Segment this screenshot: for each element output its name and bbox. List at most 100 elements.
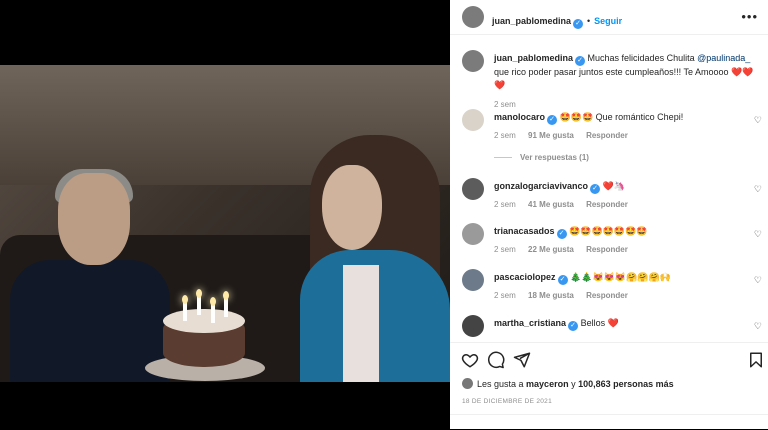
comment-meta: 2 sem 91 Me gusta Responder (494, 131, 638, 140)
caption-time[interactable]: 2 sem (494, 100, 516, 109)
add-comment-area[interactable] (450, 414, 768, 430)
comment-like-heart-icon[interactable]: ♡ (754, 275, 762, 286)
photo-woman-face (322, 165, 382, 250)
comment-like-heart-icon[interactable]: ♡ (754, 115, 762, 126)
comment-like-heart-icon[interactable]: ♡ (754, 229, 762, 240)
comment-body: ❤️🦄 (602, 181, 625, 191)
likes-count[interactable]: 100,863 personas más (578, 379, 674, 389)
commenter-avatar[interactable] (462, 178, 484, 200)
comment-body: Bellos ❤️ (580, 318, 619, 328)
comment-item: gonzalogarciavivanco ✓ ❤️🦄 ♡ 2 sem 41 Me … (462, 178, 762, 218)
verified-badge-icon: ✓ (568, 321, 579, 331)
comment-reply-button[interactable]: Responder (586, 291, 628, 300)
comment-reply-button[interactable]: Responder (586, 200, 628, 209)
comment-meta: 2 sem 22 Me gusta Responder (494, 245, 638, 254)
photo-candle-flame (182, 295, 188, 304)
liker-username[interactable]: mayceron (526, 379, 569, 389)
photo-woman-shirt (343, 265, 379, 382)
commenter-username[interactable]: manolocaro (494, 112, 545, 122)
more-options-icon[interactable]: ••• (741, 9, 758, 24)
liker-avatar[interactable] (462, 378, 473, 389)
comment-body: 🤩🤩🤩🤩🤩🤩🤩 (569, 226, 648, 236)
post-media[interactable] (0, 0, 450, 429)
post-header: juan_pablomedina ✓ • Seguir ••• (450, 0, 768, 35)
comment-likes[interactable]: 91 Me gusta (528, 131, 574, 140)
send-icon[interactable] (513, 351, 531, 369)
comment-time[interactable]: 2 sem (494, 200, 516, 209)
commenter-username[interactable]: martha_cristiana (494, 318, 566, 328)
likes-mid: y (568, 379, 579, 389)
author-avatar[interactable] (462, 6, 484, 28)
post-caption: juan_pablomedina ✓ Muchas felicidades Chu… (462, 50, 762, 109)
author-username[interactable]: juan_pablomedina (492, 16, 571, 26)
caption-body-rest: que rico poder pasar juntos este cumplea… (494, 67, 754, 90)
header-line: juan_pablomedina ✓ • Seguir (492, 11, 622, 29)
post-sidebar: juan_pablomedina ✓ • Seguir ••• juan_pablom… (450, 0, 768, 429)
commenter-username[interactable]: trianacasados (494, 226, 555, 236)
comment-item: manolocaro ✓ 🤩🤩🤩 Que romántico Chepi! ♡ 2… (462, 109, 762, 189)
commenter-avatar[interactable] (462, 315, 484, 337)
comment-body: 🤩🤩🤩 Que romántico Chepi! (559, 112, 684, 122)
comment-text: trianacasados ✓ 🤩🤩🤩🤩🤩🤩🤩 (494, 225, 734, 239)
comments-list[interactable]: juan_pablomedina ✓ Muchas felicidades Chu… (450, 35, 768, 341)
comment-text: martha_cristiana ✓ Bellos ❤️ (494, 317, 734, 331)
likes-prefix: Les gusta a (477, 379, 527, 389)
comment-item: martha_cristiana ✓ Bellos ❤️ ♡ (462, 315, 762, 341)
commenter-username[interactable]: gonzalogarciavivanco (494, 181, 588, 191)
post-date[interactable]: 18 DE DICIEMBRE DE 2021 (462, 398, 552, 405)
view-replies-button[interactable]: Ver respuestas (1) (494, 153, 589, 162)
verified-badge-icon: ✓ (557, 275, 568, 285)
author-avatar[interactable] (462, 50, 484, 72)
photo-candle (211, 305, 215, 323)
replies-line (494, 157, 512, 159)
post-photo[interactable] (0, 65, 450, 382)
comment-text: pascaciolopez ✓ 🎄🎄😻😻😻🤗🤗🤗🙌 (494, 271, 734, 285)
comment-likes[interactable]: 41 Me gusta (528, 200, 574, 209)
commenter-username[interactable]: pascaciolopez (494, 272, 556, 282)
photo-man-face (58, 173, 130, 265)
comment-body: 🎄🎄😻😻😻🤗🤗🤗🙌 (570, 272, 671, 282)
separator-dot: • (587, 16, 591, 26)
comment-item: pascaciolopez ✓ 🎄🎄😻😻😻🤗🤗🤗🙌 ♡ 2 sem 18 Me g… (462, 269, 762, 309)
verified-badge-icon: ✓ (590, 184, 601, 194)
commenter-avatar[interactable] (462, 269, 484, 291)
comment-likes[interactable]: 18 Me gusta (528, 291, 574, 300)
comment-like-heart-icon[interactable]: ♡ (754, 184, 762, 195)
verified-badge-icon: ✓ (556, 229, 567, 239)
photo-candle-flame (196, 289, 202, 298)
comment-icon[interactable] (487, 351, 505, 369)
commenter-avatar[interactable] (462, 109, 484, 131)
comment-time[interactable]: 2 sem (494, 245, 516, 254)
caption-mention-link[interactable]: @paulinada_ (697, 53, 750, 63)
comment-meta: 2 sem 18 Me gusta Responder (494, 291, 638, 300)
comment-reply-button[interactable]: Responder (586, 131, 628, 140)
photo-candle (197, 297, 201, 315)
verified-badge-icon: ✓ (547, 115, 558, 125)
heart-icon[interactable] (461, 351, 479, 369)
comment-text: manolocaro ✓ 🤩🤩🤩 Que romántico Chepi! (494, 111, 734, 125)
action-bar (450, 342, 768, 377)
caption-text: juan_pablomedina ✓ Muchas felicidades Chu… (494, 52, 762, 92)
verified-badge-icon: ✓ (573, 19, 584, 29)
comment-reply-button[interactable]: Responder (586, 245, 628, 254)
commenter-avatar[interactable] (462, 223, 484, 245)
author-username[interactable]: juan_pablomedina (494, 53, 573, 63)
likes-summary: Les gusta a mayceron y 100,863 personas … (462, 378, 674, 389)
caption-meta: 2 sem (494, 100, 526, 109)
comment-time[interactable]: 2 sem (494, 131, 516, 140)
photo-candle-flame (223, 291, 229, 300)
photo-candle (224, 299, 228, 317)
caption-body: Muchas felicidades Chulita (587, 53, 698, 63)
photo-candle (183, 303, 187, 321)
bookmark-icon[interactable] (747, 351, 765, 369)
follow-button[interactable]: Seguir (594, 16, 622, 26)
comment-item: trianacasados ✓ 🤩🤩🤩🤩🤩🤩🤩 ♡ 2 sem 22 Me gus… (462, 223, 762, 263)
photo-cake-frosting (163, 309, 245, 333)
photo-candle-flame (210, 297, 216, 306)
comment-time[interactable]: 2 sem (494, 291, 516, 300)
comment-text: gonzalogarciavivanco ✓ ❤️🦄 (494, 180, 734, 194)
verified-badge-icon: ✓ (575, 56, 586, 66)
view-replies-label: Ver respuestas (1) (520, 153, 589, 162)
comment-likes[interactable]: 22 Me gusta (528, 245, 574, 254)
comment-like-heart-icon[interactable]: ♡ (754, 321, 762, 332)
